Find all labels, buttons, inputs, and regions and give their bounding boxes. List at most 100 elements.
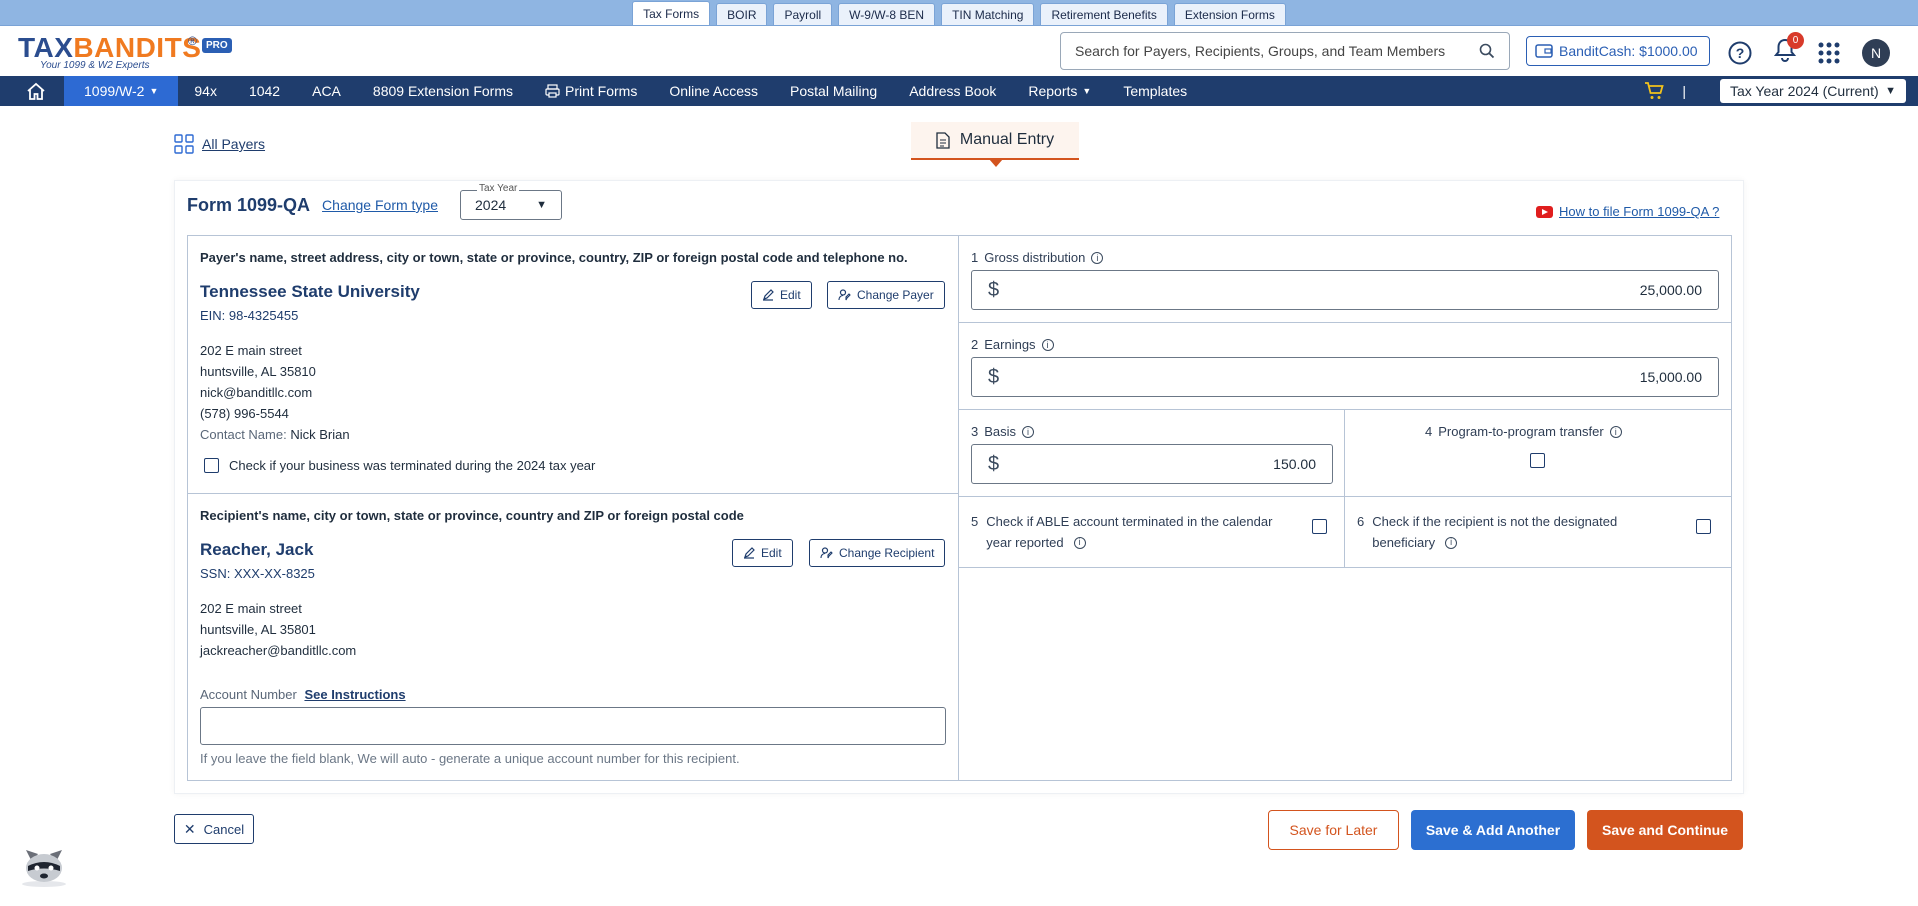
tab-retirement-benefits[interactable]: Retirement Benefits [1040, 3, 1168, 25]
payer-name: Tennessee State University [200, 282, 420, 301]
dollar-sign: $ [988, 365, 1000, 388]
change-payer-label: Change Payer [857, 288, 934, 302]
cart-area: | [1644, 82, 1686, 100]
box-2-input[interactable]: $15,000.00 [971, 357, 1719, 397]
cancel-button[interactable]: ✕ Cancel [174, 814, 254, 844]
raccoon-mascot-icon[interactable] [18, 840, 70, 888]
tab-w9-w8ben[interactable]: W-9/W-8 BEN [838, 3, 936, 25]
box-6-checkbox[interactable] [1696, 519, 1711, 534]
bandit-cash-button[interactable]: BanditCash: $1000.00 [1526, 36, 1710, 66]
cancel-label: Cancel [203, 821, 245, 837]
caret-down-icon: ▼ [1885, 85, 1896, 97]
tab-tax-forms[interactable]: Tax Forms [632, 1, 711, 25]
close-icon: ✕ [183, 820, 196, 837]
info-icon[interactable]: i [1609, 425, 1622, 438]
tab-extension-forms[interactable]: Extension Forms [1173, 3, 1286, 25]
account-number-row: Account Number See Instructions [200, 687, 406, 702]
nav-1042[interactable]: 1042 [233, 76, 296, 106]
change-recipient-label: Change Recipient [839, 546, 935, 560]
box-6-title-line1: Check if the recipient is not the design… [1372, 514, 1618, 529]
home-button[interactable] [0, 76, 64, 106]
logo-text-a: TAX [18, 31, 74, 63]
edit-recipient-label: Edit [761, 546, 782, 560]
box-2-number: 2 [971, 337, 979, 352]
save-and-continue-button[interactable]: Save and Continue [1587, 810, 1743, 850]
tab-payroll[interactable]: Payroll [773, 3, 833, 25]
edit-payer-button[interactable]: Edit [751, 281, 812, 309]
form-header: Form 1099-QA Change Form type Tax Year 2… [187, 183, 562, 220]
info-icon[interactable]: i [1445, 536, 1458, 549]
nav-8809-extension-forms[interactable]: 8809 Extension Forms [357, 76, 529, 106]
taxbandits-logo[interactable]: TAXBANDITS Your 1099 & W2 Experts ® PRO [18, 31, 232, 71]
terminated-checkbox[interactable] [204, 458, 219, 473]
nav-print-forms[interactable]: Print Forms [529, 76, 653, 106]
tab-boir[interactable]: BOIR [716, 3, 768, 25]
help-icon[interactable]: ? [1728, 41, 1752, 65]
notification-count-badge: 0 [1787, 32, 1804, 49]
recipient-email: jackreacher@banditllc.com [200, 643, 357, 658]
how-to-file-link[interactable]: How to file Form 1099-QA ? [1536, 204, 1719, 219]
youtube-icon [1536, 205, 1553, 218]
contact-name: Nick Brian [290, 427, 350, 442]
change-recipient-button[interactable]: Change Recipient [809, 539, 946, 567]
box-3-label: 3 Basis i [971, 424, 1035, 439]
nav-postal-mailing[interactable]: Postal Mailing [774, 76, 893, 106]
cart-icon[interactable] [1644, 82, 1665, 100]
box-5-able-terminated: 5 Check if ABLE account terminated in th… [959, 497, 1345, 568]
box-6-label: 6 Check if the recipient is not the desi… [1357, 511, 1617, 553]
apps-grid-icon[interactable] [1818, 42, 1840, 64]
box-3-input[interactable]: $150.00 [971, 444, 1333, 484]
nav-reports[interactable]: Reports ▼ [1012, 76, 1107, 106]
box-5-checkbox[interactable] [1312, 519, 1327, 534]
nav-online-access[interactable]: Online Access [653, 76, 774, 106]
edit-recipient-button[interactable]: Edit [732, 539, 793, 567]
info-icon[interactable]: i [1073, 536, 1086, 549]
search-icon[interactable] [1479, 43, 1495, 59]
home-icon [27, 82, 45, 100]
form-tax-year-select[interactable]: Tax Year 2024 ▼ [460, 183, 562, 220]
save-for-later-button[interactable]: Save for Later [1268, 810, 1399, 850]
form-footer: ✕ Cancel Save for Later Save & Add Anoth… [0, 810, 1918, 850]
box-3-value: 150.00 [1273, 456, 1316, 472]
box-4-number: 4 [1425, 424, 1433, 439]
tax-year-select[interactable]: Tax Year 2024 (Current) ▼ [1720, 79, 1906, 103]
logo-text-b: BANDITS [73, 31, 202, 63]
product-tabs-bar: Tax Forms BOIR Payroll W-9/W-8 BEN TIN M… [0, 0, 1918, 26]
nav-print-forms-label: Print Forms [564, 83, 638, 99]
change-form-type-link[interactable]: Change Form type [322, 197, 438, 213]
app-header: TAXBANDITS Your 1099 & W2 Experts ® PRO … [0, 26, 1918, 76]
logo-registered-mark: ® [188, 33, 197, 48]
nav-address-book[interactable]: Address Book [893, 76, 1012, 106]
nav-templates[interactable]: Templates [1107, 76, 1203, 106]
nav-94x[interactable]: 94x [178, 76, 233, 106]
change-payer-button[interactable]: Change Payer [827, 281, 945, 309]
notifications-button[interactable]: 0 [1773, 32, 1804, 67]
info-icon[interactable]: i [1041, 338, 1054, 351]
box-6-not-designated-beneficiary: 6 Check if the recipient is not the desi… [1345, 497, 1731, 568]
tax-year-select-value: Tax Year 2024 (Current) [1730, 83, 1879, 99]
info-icon[interactable]: i [1091, 251, 1104, 264]
nav-aca[interactable]: ACA [296, 76, 357, 106]
header-icons: ? 0 N [1728, 32, 1890, 67]
nav-1099-w2[interactable]: 1099/W-2 ▼ [64, 76, 179, 106]
caret-down-icon: ▼ [536, 199, 547, 211]
global-search-input[interactable]: Search for Payers, Recipients, Groups, a… [1060, 32, 1510, 70]
box-1-title: Gross distribution [984, 250, 1086, 265]
info-icon[interactable]: i [1022, 425, 1035, 438]
all-payers-link[interactable]: All Payers [174, 134, 265, 154]
recipient-address-block: 202 E main street huntsville, AL 35801 j… [200, 598, 356, 661]
payer-address-line1: 202 E main street [200, 343, 302, 358]
see-instructions-link[interactable]: See Instructions [304, 687, 405, 702]
user-avatar[interactable]: N [1862, 38, 1890, 67]
account-number-input[interactable] [200, 707, 946, 745]
how-to-file-label: How to file Form 1099-QA ? [1559, 204, 1720, 219]
box-5-title-line1: Check if ABLE account terminated in the … [986, 514, 1273, 529]
manual-entry-tab[interactable]: Manual Entry [911, 122, 1079, 167]
chevron-down-icon: ▼ [1082, 86, 1092, 96]
save-add-another-button[interactable]: Save & Add Another [1411, 810, 1575, 850]
payer-phone: (578) 996-5544 [200, 406, 289, 421]
tab-tin-matching[interactable]: TIN Matching [941, 3, 1035, 25]
payer-heading: Payer's name, street address, city or to… [200, 250, 908, 265]
box-1-input[interactable]: $25,000.00 [971, 270, 1719, 310]
box-4-checkbox[interactable] [1530, 453, 1545, 468]
